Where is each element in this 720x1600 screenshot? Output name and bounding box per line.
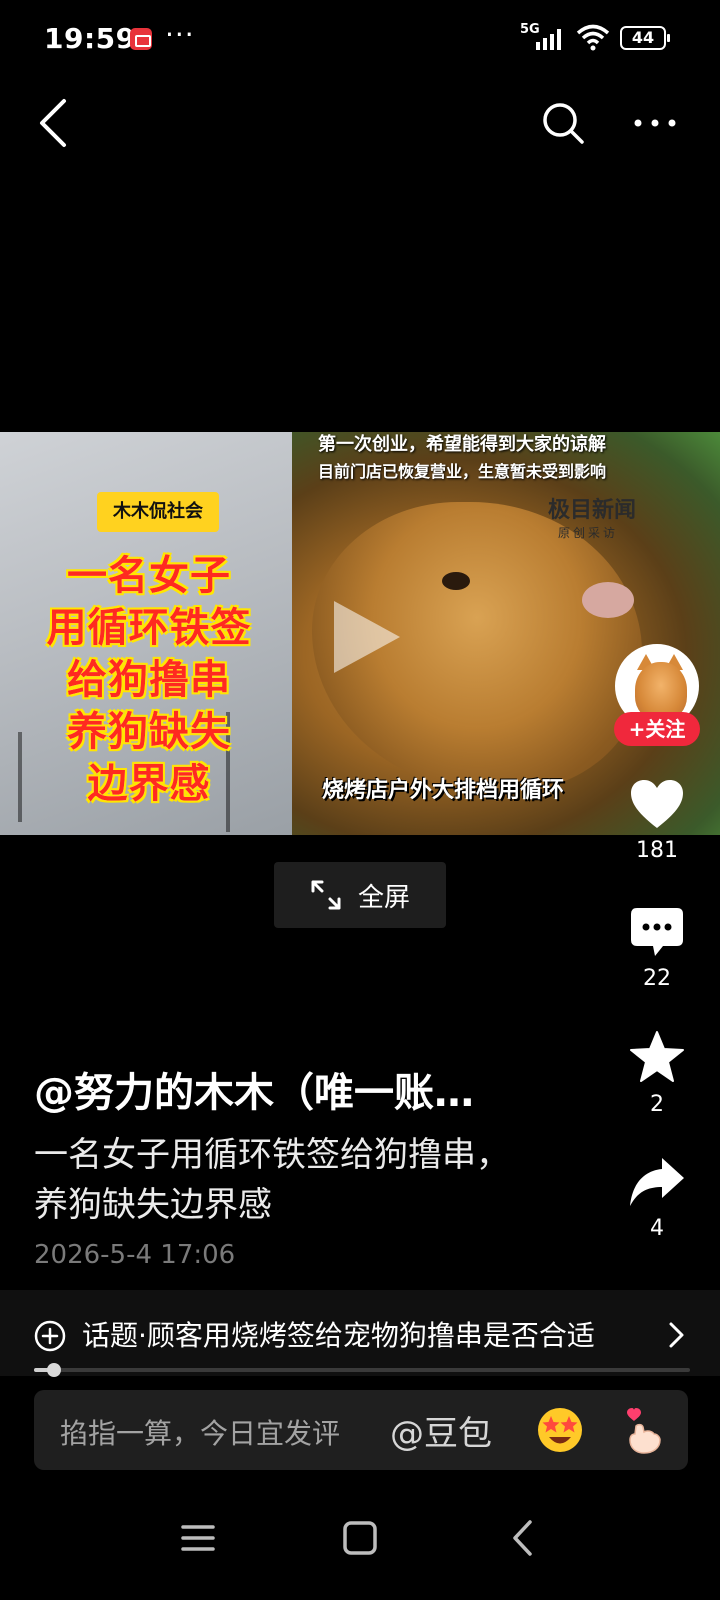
video-subtitle: 烧烤店户外大排档用循环 xyxy=(322,778,565,803)
favorite-count: 2 xyxy=(650,1092,664,1117)
video-caption-top: 第一次创业，希望能得到大家的谅解 xyxy=(318,434,606,455)
battery-icon: 44 xyxy=(620,26,670,50)
progress-handle[interactable] xyxy=(46,1363,61,1377)
video-caption-sub: 目前门店已恢复营业，生意暂未受到影响 xyxy=(318,462,607,481)
video-progress-bar[interactable] xyxy=(34,1363,690,1377)
add-circle-icon xyxy=(34,1320,66,1352)
heart-icon xyxy=(631,780,683,828)
cover-title-line: 给狗撸串 xyxy=(67,657,231,703)
search-icon[interactable] xyxy=(540,100,586,146)
news-logo: 极目新闻 xyxy=(548,498,637,523)
status-bar: 19:59 ··· 5G 44 xyxy=(0,0,720,80)
news-logo-sub: 原创采访 xyxy=(558,526,619,540)
cover-title-line: 养狗缺失 xyxy=(67,709,231,755)
favorite-button[interactable]: 2 xyxy=(615,1030,699,1117)
home-icon[interactable] xyxy=(342,1520,378,1556)
nav-back-icon[interactable] xyxy=(508,1518,538,1558)
share-icon xyxy=(630,1158,684,1206)
share-button[interactable]: 4 xyxy=(615,1156,699,1241)
chevron-right-icon xyxy=(669,1322,684,1348)
like-count: 181 xyxy=(636,838,678,863)
battery-level: 44 xyxy=(631,28,655,47)
follow-button[interactable]: +关注 xyxy=(614,712,700,746)
comment-count: 22 xyxy=(643,966,671,991)
post-timestamp: 2026-5-4 17:06 xyxy=(34,1240,236,1270)
video-cover-title: 一名女子 用循环铁签 给狗撸串 养狗缺失 边界感 xyxy=(18,550,280,810)
topic-bar[interactable]: 话题·顾客用烧烤签给宠物狗撸串是否合适 xyxy=(0,1290,720,1376)
post-description: 一名女子用循环铁签给狗撸串，养狗缺失边界感 xyxy=(34,1135,510,1225)
author-name[interactable]: @努力的木木（唯一账… xyxy=(34,1060,574,1118)
back-arrow-icon[interactable] xyxy=(30,95,80,151)
video-left-panel: 木木侃社会 一名女子 用循环铁签 给狗撸串 养狗缺失 边界感 xyxy=(0,432,292,835)
comment-icon xyxy=(631,908,683,956)
comment-button[interactable]: 22 xyxy=(615,906,699,991)
share-count: 4 xyxy=(650,1216,664,1241)
more-icon[interactable] xyxy=(630,105,680,141)
cover-title-line: 一名女子 xyxy=(67,553,231,599)
recent-apps-icon[interactable] xyxy=(180,1522,216,1554)
expand-icon xyxy=(311,880,341,910)
comment-input[interactable]: 掐指一算，今日宜发评 @豆包 xyxy=(34,1390,688,1470)
topic-text: 话题·顾客用烧烤签给宠物狗撸串是否合适 xyxy=(82,1319,595,1352)
mention-button[interactable]: @豆包 xyxy=(390,1406,492,1455)
status-time: 19:59 xyxy=(44,22,136,55)
notification-app-icon xyxy=(130,28,152,50)
cover-title-line: 边界感 xyxy=(87,761,211,807)
comment-placeholder: 掐指一算，今日宜发评 xyxy=(60,1417,341,1450)
star-eyes-emoji-icon[interactable] xyxy=(534,1404,586,1456)
video-player[interactable]: 木木侃社会 一名女子 用循环铁签 给狗撸串 养狗缺失 边界感 第一次创业，希望能… xyxy=(0,432,720,835)
status-more-dots: ··· xyxy=(165,18,195,51)
finger-heart-icon[interactable] xyxy=(616,1404,668,1456)
cover-title-line: 用循环铁签 xyxy=(46,605,252,651)
signal-icon xyxy=(536,29,561,50)
wifi-icon xyxy=(576,24,610,51)
like-button[interactable]: 181 xyxy=(615,778,699,863)
play-icon[interactable] xyxy=(328,597,404,677)
star-icon xyxy=(630,1031,684,1082)
channel-badge: 木木侃社会 xyxy=(97,492,219,532)
fullscreen-button[interactable]: 全屏 xyxy=(274,862,446,928)
fullscreen-label: 全屏 xyxy=(357,882,410,913)
